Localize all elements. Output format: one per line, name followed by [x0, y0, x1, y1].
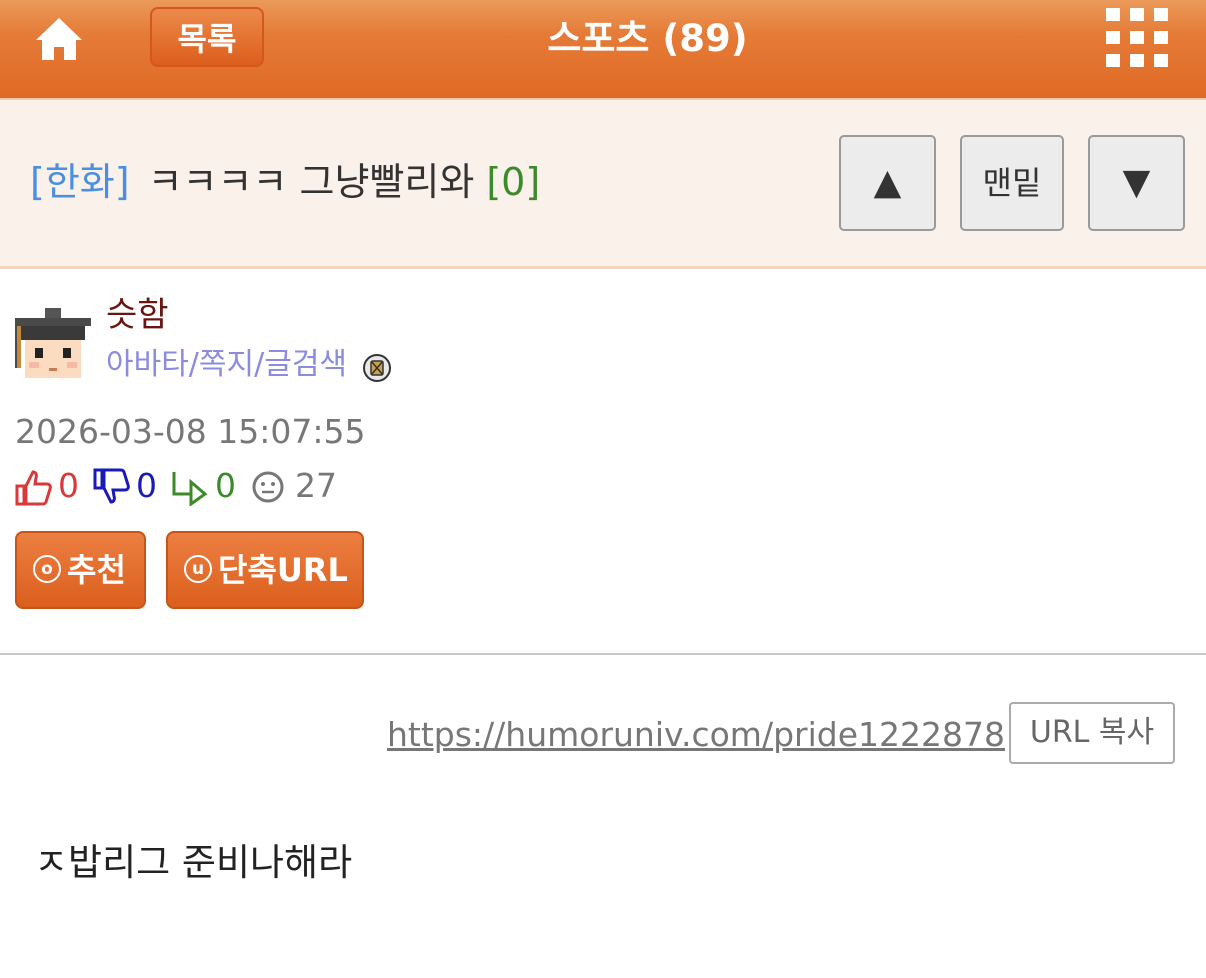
view-count: 27: [295, 466, 337, 505]
reply-arrow-icon: [171, 468, 209, 507]
url-copy-button[interactable]: URL 복사: [1009, 702, 1175, 764]
prev-post-button[interactable]: ▲: [839, 135, 936, 231]
jump-bottom-button[interactable]: 맨밑: [960, 135, 1064, 231]
section-divider: [0, 653, 1206, 655]
post-datetime: 2026-03-08 15:07:55: [15, 412, 366, 451]
board-title: 스포츠 (89): [547, 17, 748, 60]
views-face-icon: [251, 468, 289, 506]
graduate-avatar-icon[interactable]: [15, 304, 91, 380]
dislike-count: 0: [136, 466, 157, 505]
short-url-circle-icon: u: [184, 555, 212, 583]
author-name[interactable]: 슷함: [106, 293, 169, 337]
recommend-circle-icon: o: [33, 555, 61, 583]
list-button[interactable]: 목록: [150, 7, 264, 67]
post-body: ㅈ밥리그 준비나해라: [34, 841, 353, 884]
short-url-button[interactable]: u 단축URL: [166, 531, 364, 609]
grid-menu-icon[interactable]: [1106, 8, 1168, 68]
recommend-button[interactable]: o 추천: [15, 531, 146, 609]
thumbs-down-icon: [93, 468, 131, 506]
next-post-button[interactable]: ▼: [1088, 135, 1185, 231]
comment-count: [0]: [486, 160, 541, 204]
reply-count: 0: [215, 466, 236, 505]
author-links[interactable]: 아바타/쪽지/글검색: [106, 343, 347, 387]
post-category[interactable]: [한화]: [30, 160, 130, 204]
short-url-label: 단축URL: [218, 551, 348, 589]
home-icon[interactable]: [32, 12, 86, 66]
member-badge-icon: [362, 353, 392, 383]
recommend-label: 추천: [67, 551, 126, 589]
post-title-line: [한화] ㅋㅋㅋㅋ 그냥빨리와 [0]: [30, 158, 540, 206]
post-title: ㅋㅋㅋㅋ 그냥빨리와: [147, 160, 475, 204]
top-nav-bar: 목록 스포츠 (89): [0, 0, 1206, 100]
post-url-link[interactable]: https://humoruniv.com/pride1222878: [387, 714, 1005, 756]
thumbs-up-icon: [15, 468, 53, 506]
like-count: 0: [58, 466, 79, 505]
